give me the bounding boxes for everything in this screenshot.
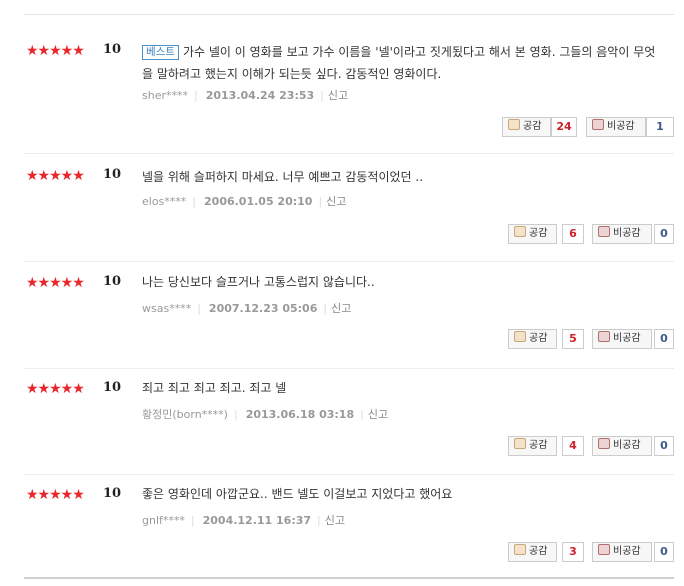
username: sher**** bbox=[142, 89, 188, 102]
meta-separator: | bbox=[194, 89, 198, 102]
dislike-label: 비공감 bbox=[607, 121, 635, 132]
star-rating: ★★★★★ bbox=[26, 43, 85, 59]
like-count: 4 bbox=[562, 436, 584, 456]
dislike-count: 1 bbox=[646, 117, 674, 137]
vote-controls: 공감 4 비공감 0 bbox=[508, 436, 674, 456]
meta-separator: | bbox=[317, 514, 321, 527]
report-link[interactable]: 신고 bbox=[325, 514, 345, 527]
thumbs-down-icon bbox=[598, 331, 610, 342]
review-meta: gnlf**** | 2004.12.11 16:37 | 신고 bbox=[142, 514, 345, 528]
like-label: 공감 bbox=[529, 228, 548, 239]
dislike-button[interactable]: 비공감 bbox=[592, 224, 652, 244]
thumbs-down-icon bbox=[592, 119, 604, 130]
score: 10 bbox=[103, 274, 122, 289]
dislike-label: 비공감 bbox=[613, 440, 641, 451]
vote-controls: 공감 5 비공감 0 bbox=[508, 329, 674, 349]
review-item: ★★★★★ 10 좋은 영화인데 아깝군요.. 밴드 넬도 이걸보고 지었다고 … bbox=[24, 474, 674, 580]
star-rating: ★★★★★ bbox=[26, 487, 85, 503]
review-item: ★★★★★ 10 베스트 가수 넬이 이 영화를 보고 가수 이름을 '넬'이라고… bbox=[24, 15, 674, 154]
like-label: 공감 bbox=[529, 333, 548, 344]
meta-separator: | bbox=[233, 408, 238, 421]
review-text: 나는 당신보다 슬프거나 고통스럽지 않습니다.. bbox=[142, 275, 375, 289]
review-item: ★★★★★ 10 죄고 죄고 죄고 죄고. 죄고 넬 황정민(born****)… bbox=[24, 368, 674, 474]
report-link[interactable]: 신고 bbox=[328, 89, 348, 102]
report-link[interactable]: 신고 bbox=[326, 195, 346, 208]
review-date: 2013.04.24 23:53 bbox=[205, 89, 315, 102]
like-count: 6 bbox=[562, 224, 584, 244]
vote-controls: 공감 24 비공감 1 bbox=[502, 117, 674, 137]
review-text: 좋은 영화인데 아깝군요.. 밴드 넬도 이걸보고 지었다고 했어요 bbox=[142, 487, 453, 501]
vote-controls: 공감 3 비공감 0 bbox=[508, 542, 674, 562]
dislike-count: 0 bbox=[654, 329, 674, 349]
dislike-count: 0 bbox=[654, 542, 674, 562]
like-label: 공감 bbox=[529, 546, 548, 557]
report-link[interactable]: 신고 bbox=[331, 302, 351, 315]
review-text-block: 베스트 가수 넬이 이 영화를 보고 가수 이름을 '넬'이라고 짓게됬다고 해서… bbox=[142, 41, 662, 85]
meta-separator: | bbox=[197, 302, 201, 315]
like-button[interactable]: 공감 bbox=[502, 117, 551, 137]
score: 10 bbox=[103, 486, 122, 501]
meta-separator: | bbox=[192, 195, 197, 208]
star-rating: ★★★★★ bbox=[26, 168, 85, 184]
dislike-count: 0 bbox=[654, 436, 674, 456]
review-text: 죄고 죄고 죄고 죄고. 죄고 넬 bbox=[142, 381, 287, 395]
like-button[interactable]: 공감 bbox=[508, 542, 557, 562]
review-text: 넬을 위해 슬퍼하지 마세요. 너무 예쁘고 감동적이었던 .. bbox=[142, 170, 424, 184]
thumbs-down-icon bbox=[598, 438, 610, 449]
like-button[interactable]: 공감 bbox=[508, 436, 557, 456]
username: 황정민(born****) bbox=[142, 408, 228, 421]
thumbs-down-icon bbox=[598, 544, 610, 555]
review-date: 2013.06.18 03:18 bbox=[245, 408, 355, 421]
bottom-divider bbox=[24, 577, 674, 579]
meta-separator: | bbox=[360, 408, 364, 421]
like-count: 3 bbox=[562, 542, 584, 562]
review-text: 가수 넬이 이 영화를 보고 가수 이름을 '넬'이라고 짓게됬다고 해서 본 … bbox=[142, 45, 656, 81]
thumbs-down-icon bbox=[598, 226, 610, 237]
review-meta: wsas**** | 2007.12.23 05:06 | 신고 bbox=[142, 302, 351, 316]
dislike-button[interactable]: 비공감 bbox=[592, 329, 652, 349]
meta-separator: | bbox=[323, 302, 328, 315]
like-button[interactable]: 공감 bbox=[508, 224, 557, 244]
score: 10 bbox=[103, 380, 122, 395]
review-meta: sher**** | 2013.04.24 23:53 | 신고 bbox=[142, 89, 348, 103]
meta-separator: | bbox=[318, 195, 323, 208]
review-meta: elos**** | 2006.01.05 20:10 | 신고 bbox=[142, 195, 346, 209]
dislike-label: 비공감 bbox=[613, 546, 641, 557]
review-item: ★★★★★ 10 넬을 위해 슬퍼하지 마세요. 너무 예쁘고 감동적이었던 .… bbox=[24, 154, 674, 260]
meta-separator: | bbox=[190, 514, 195, 527]
username: gnlf**** bbox=[142, 514, 185, 527]
username: wsas**** bbox=[142, 302, 192, 315]
thumbs-up-icon bbox=[508, 119, 520, 130]
dislike-button[interactable]: 비공감 bbox=[586, 117, 646, 137]
review-date: 2006.01.05 20:10 bbox=[204, 195, 313, 208]
like-label: 공감 bbox=[523, 121, 542, 132]
review-date: 2004.12.11 16:37 bbox=[202, 514, 312, 527]
report-link[interactable]: 신고 bbox=[368, 408, 388, 421]
thumbs-up-icon bbox=[514, 438, 526, 449]
dislike-button[interactable]: 비공감 bbox=[592, 542, 652, 562]
like-button[interactable]: 공감 bbox=[508, 329, 557, 349]
star-rating: ★★★★★ bbox=[26, 275, 85, 291]
star-rating: ★★★★★ bbox=[26, 381, 85, 397]
meta-separator: | bbox=[320, 89, 324, 102]
thumbs-up-icon bbox=[514, 226, 526, 237]
best-badge: 베스트 bbox=[142, 45, 179, 60]
like-count: 5 bbox=[562, 329, 584, 349]
dislike-count: 0 bbox=[654, 224, 674, 244]
review-item: ★★★★★ 10 나는 당신보다 슬프거나 고통스럽지 않습니다.. wsas*… bbox=[24, 261, 674, 367]
score: 10 bbox=[103, 42, 122, 57]
thumbs-up-icon bbox=[514, 331, 526, 342]
vote-controls: 공감 6 비공감 0 bbox=[508, 224, 674, 244]
like-count: 24 bbox=[551, 117, 577, 137]
thumbs-up-icon bbox=[514, 544, 526, 555]
score: 10 bbox=[103, 167, 122, 182]
review-meta: 황정민(born****) | 2013.06.18 03:18 | 신고 bbox=[142, 408, 388, 422]
dislike-label: 비공감 bbox=[613, 228, 641, 239]
like-label: 공감 bbox=[529, 440, 548, 451]
dislike-label: 비공감 bbox=[613, 333, 641, 344]
review-date: 2007.12.23 05:06 bbox=[208, 302, 318, 315]
dislike-button[interactable]: 비공감 bbox=[592, 436, 652, 456]
username: elos**** bbox=[142, 195, 187, 208]
